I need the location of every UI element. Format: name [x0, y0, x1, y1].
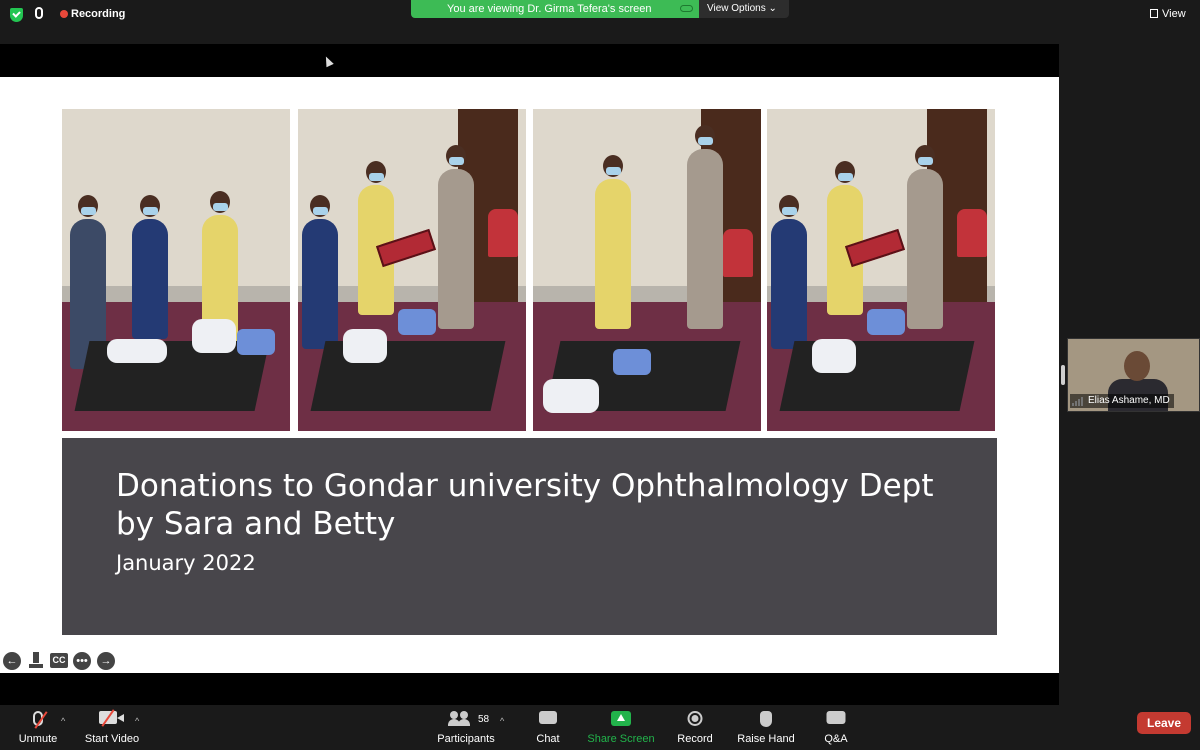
captions-label: CC [52, 655, 66, 665]
participant-name: Elias Ashame, MD [1070, 394, 1174, 408]
share-screen-arrow-icon [611, 711, 631, 726]
photo-4 [767, 109, 995, 431]
share-screen-button[interactable]: Share Screen [585, 705, 657, 750]
photo-2 [298, 109, 526, 431]
qa-button[interactable]: Q&A [818, 705, 854, 750]
record-button[interactable]: Record [674, 705, 716, 750]
video-options-caret-icon[interactable]: ^ [135, 716, 139, 726]
raise-hand-button[interactable]: Raise Hand [736, 705, 796, 750]
participants-count: 58 [478, 714, 490, 725]
start-video-button[interactable]: Start Video [82, 705, 142, 750]
raise-hand-label: Raise Hand [737, 733, 795, 745]
person-figure [302, 195, 338, 349]
more-options-icon[interactable]: ••• [73, 652, 91, 670]
person-figure [687, 125, 723, 329]
presentation-slide: Donations to Gondar university Ophthalmo… [0, 77, 1059, 673]
start-video-label: Start Video [84, 733, 140, 745]
qa-bubbles-icon [826, 711, 846, 724]
recording-label: Recording [71, 8, 126, 20]
record-label: Record [677, 733, 713, 745]
unmute-label: Unmute [18, 733, 58, 745]
view-layout-icon [1150, 9, 1158, 18]
chevron-down-icon: ⌄ [768, 3, 777, 14]
panel-resize-handle[interactable] [1061, 365, 1065, 385]
video-off-camera-icon [99, 709, 124, 727]
muted-microphone-icon [33, 711, 48, 729]
person-figure [595, 155, 631, 329]
leave-button[interactable]: Leave [1137, 712, 1191, 734]
viewing-banner: You are viewing Dr. Girma Tefera's scree… [411, 0, 699, 18]
participant-video-tile[interactable]: Elias Ashame, MD [1067, 338, 1200, 412]
security-shield-icon[interactable] [10, 8, 23, 22]
microphone-icon[interactable] [35, 7, 43, 19]
cloud-icon [680, 5, 693, 12]
person-figure [771, 195, 807, 349]
slide-title-line-2: by Sara and Betty [116, 506, 396, 542]
meeting-toolbar: Unmute ^ Start Video ^ 58 Participants ^… [0, 705, 1200, 750]
unmute-button[interactable]: Unmute [12, 705, 64, 750]
photo-1 [62, 109, 290, 431]
view-options-button[interactable]: View Options ⌄ [699, 0, 789, 18]
slide-title-box: Donations to Gondar university Ophthalmo… [62, 438, 997, 635]
raise-hand-icon [760, 711, 772, 727]
record-icon [687, 711, 703, 726]
view-options-label: View Options [707, 3, 766, 14]
chat-label: Chat [536, 733, 560, 745]
person-figure [907, 145, 943, 329]
previous-slide-arrow-icon[interactable]: ← [3, 652, 21, 670]
next-slide-arrow-icon[interactable]: → [97, 652, 115, 670]
share-screen-label: Share Screen [587, 733, 655, 745]
recording-dot-icon [60, 10, 68, 18]
chat-button[interactable]: Chat [528, 705, 568, 750]
participants-button[interactable]: 58 Participants [434, 705, 498, 750]
participants-icon [448, 711, 470, 726]
captions-button[interactable]: CC [50, 653, 68, 668]
view-button[interactable]: View [1150, 8, 1186, 20]
person-figure [132, 195, 168, 339]
qa-label: Q&A [824, 733, 848, 745]
participants-label: Participants [437, 733, 495, 745]
slide-date: January 2022 [116, 551, 256, 575]
pen-tool-icon[interactable] [29, 652, 43, 668]
person-figure [438, 145, 474, 329]
audio-options-caret-icon[interactable]: ^ [61, 716, 65, 726]
view-label: View [1162, 8, 1186, 20]
chat-bubble-icon [539, 711, 557, 724]
slide-title-line-1: Donations to Gondar university Ophthalmo… [116, 468, 934, 504]
photo-3 [533, 109, 761, 431]
participants-options-caret-icon[interactable]: ^ [500, 716, 504, 726]
